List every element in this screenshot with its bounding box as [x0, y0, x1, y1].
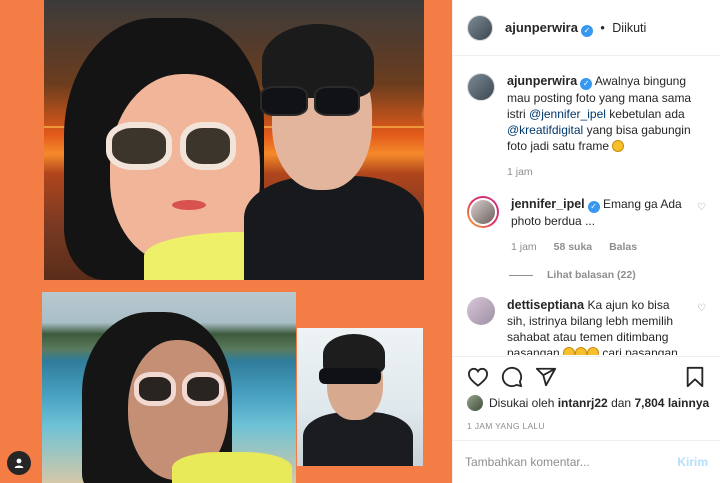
mention-link[interactable]: @kreatifdigital	[507, 123, 583, 137]
woman-sunglasses-left	[106, 122, 172, 170]
post-side-panel: ajunperwira ✓ • Diikuti ajunperwira ✓ Awal…	[452, 0, 720, 483]
comment-like-heart-icon[interactable]: ♡	[690, 297, 706, 355]
caption-username[interactable]: ajunperwira	[507, 74, 577, 88]
sunglasses-right	[182, 372, 224, 406]
man-sunglasses	[319, 368, 381, 384]
post-media[interactable]	[0, 0, 452, 483]
add-comment-bar: Kirim	[453, 440, 720, 483]
author-username[interactable]: ajunperwira	[505, 20, 578, 35]
rofl-emoji-icon	[563, 347, 576, 355]
man-portrait-photo	[297, 328, 423, 466]
commenter-avatar[interactable]	[467, 297, 495, 325]
view-replies-button[interactable]: Lihat balasan (22)	[509, 269, 706, 281]
likes-summary: Disukai oleh intanrj22 dan 7,804 lainnya	[467, 395, 710, 411]
follow-status-button[interactable]: Diikuti	[612, 21, 646, 35]
user-icon	[14, 458, 24, 468]
man-sunglasses-right	[314, 86, 360, 116]
caption-text: kebetulan ada	[609, 107, 685, 121]
comment-icon	[501, 366, 523, 387]
post-header: ajunperwira ✓ • Diikuti	[453, 0, 720, 56]
woman-lips	[172, 200, 206, 210]
comment-username[interactable]: dettiseptiana	[507, 298, 584, 312]
like-button[interactable]	[465, 364, 491, 390]
man-shirt	[303, 412, 413, 466]
sunglasses-left	[134, 372, 176, 406]
verified-icon: ✓	[580, 78, 593, 90]
tagged-users-button[interactable]	[7, 451, 31, 475]
author-avatar[interactable]	[467, 14, 493, 41]
comment-item: dettiseptiana Ka ajun ko bisa sih, istri…	[467, 297, 706, 355]
man-shirt	[244, 176, 424, 280]
save-button[interactable]	[682, 364, 708, 390]
comment-time[interactable]: 1 jam	[511, 241, 537, 253]
man-sunglasses-left	[260, 86, 308, 116]
post-comment-button[interactable]: Kirim	[677, 455, 708, 469]
woman-shirt	[172, 452, 292, 483]
caption-time[interactable]: 1 jam	[507, 166, 533, 178]
woman-beach-photo	[42, 292, 296, 483]
likes-middle: dan	[611, 396, 632, 410]
commenter-avatar[interactable]	[467, 196, 499, 228]
header-separator: •	[600, 20, 605, 35]
rofl-emoji-icon	[575, 347, 588, 355]
action-bar	[453, 356, 720, 396]
rofl-emoji-icon	[587, 347, 600, 355]
comment-input[interactable]	[465, 455, 678, 469]
comment-button[interactable]	[499, 364, 525, 390]
share-button[interactable]	[533, 364, 559, 390]
comment-likes[interactable]: 58 suka	[554, 241, 593, 253]
liker-username[interactable]: intanrj22	[558, 396, 608, 410]
woman-sunglasses-right	[180, 122, 236, 170]
verified-icon: ✓	[587, 201, 600, 213]
comment-username[interactable]: jennifer_ipel	[511, 197, 585, 211]
reply-button[interactable]: Balas	[609, 241, 637, 253]
divider	[509, 274, 533, 276]
comment-item: jennifer_ipel ✓ Emang ga Ada photo berdua…	[467, 196, 706, 255]
comments-list[interactable]: ajunperwira ✓ Awalnya bingung mau posting…	[453, 57, 720, 355]
heart-icon	[467, 367, 489, 387]
liker-avatar[interactable]	[467, 395, 483, 411]
view-replies-label: Lihat balasan (22)	[547, 269, 636, 281]
likes-count[interactable]: 7,804 lainnya	[634, 396, 709, 410]
verified-icon: ✓	[580, 24, 593, 37]
caption: ajunperwira ✓ Awalnya bingung mau posting…	[467, 73, 706, 180]
grin-emoji-icon	[612, 140, 625, 152]
author-avatar[interactable]	[467, 73, 495, 101]
mention-link[interactable]: @jennifer_ipel	[529, 107, 606, 121]
couple-sunset-photo	[44, 0, 424, 280]
post-timestamp[interactable]: 1 JAM YANG LALU	[467, 421, 545, 431]
share-icon	[535, 367, 557, 386]
likes-prefix: Disukai oleh	[489, 396, 555, 410]
comment-like-heart-icon[interactable]: ♡	[690, 196, 706, 255]
bookmark-icon	[686, 366, 704, 387]
